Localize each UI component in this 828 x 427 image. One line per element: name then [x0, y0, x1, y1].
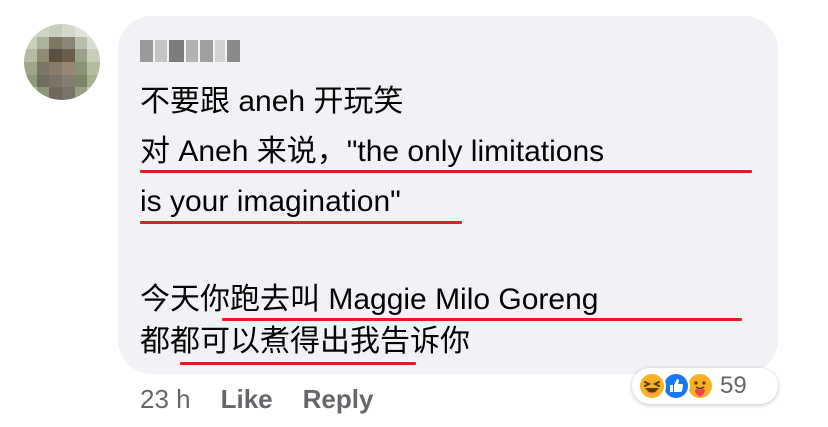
- comment-timestamp[interactable]: 23 h: [140, 382, 191, 416]
- annotation-underline: [180, 362, 416, 365]
- reaction-count: 59: [720, 372, 747, 399]
- comment-text-line: 都都可以煮得出我告诉你: [140, 325, 470, 358]
- annotation-underline: [140, 221, 462, 224]
- care-icon: [686, 372, 714, 400]
- comment-text-line: 对 Aneh 来说，"the only limitations: [140, 135, 605, 168]
- comment-text-line: 今天你跑去叫 Maggie Milo Goreng: [140, 283, 599, 316]
- reactions-summary[interactable]: 59: [632, 368, 778, 404]
- haha-icon: [638, 372, 666, 400]
- comment-footer: 23 h Like Reply: [140, 382, 373, 416]
- commenter-name-blurred[interactable]: [140, 40, 240, 62]
- comment-text-line: is your imagination": [140, 185, 401, 218]
- reply-button[interactable]: Reply: [303, 382, 374, 416]
- like-button[interactable]: Like: [221, 382, 273, 416]
- avatar[interactable]: [24, 24, 100, 100]
- like-icon: [662, 372, 690, 400]
- comment-text-line: 不要跟 aneh 开玩笑: [140, 85, 404, 118]
- annotation-underline: [140, 170, 752, 173]
- annotation-underline: [222, 318, 742, 321]
